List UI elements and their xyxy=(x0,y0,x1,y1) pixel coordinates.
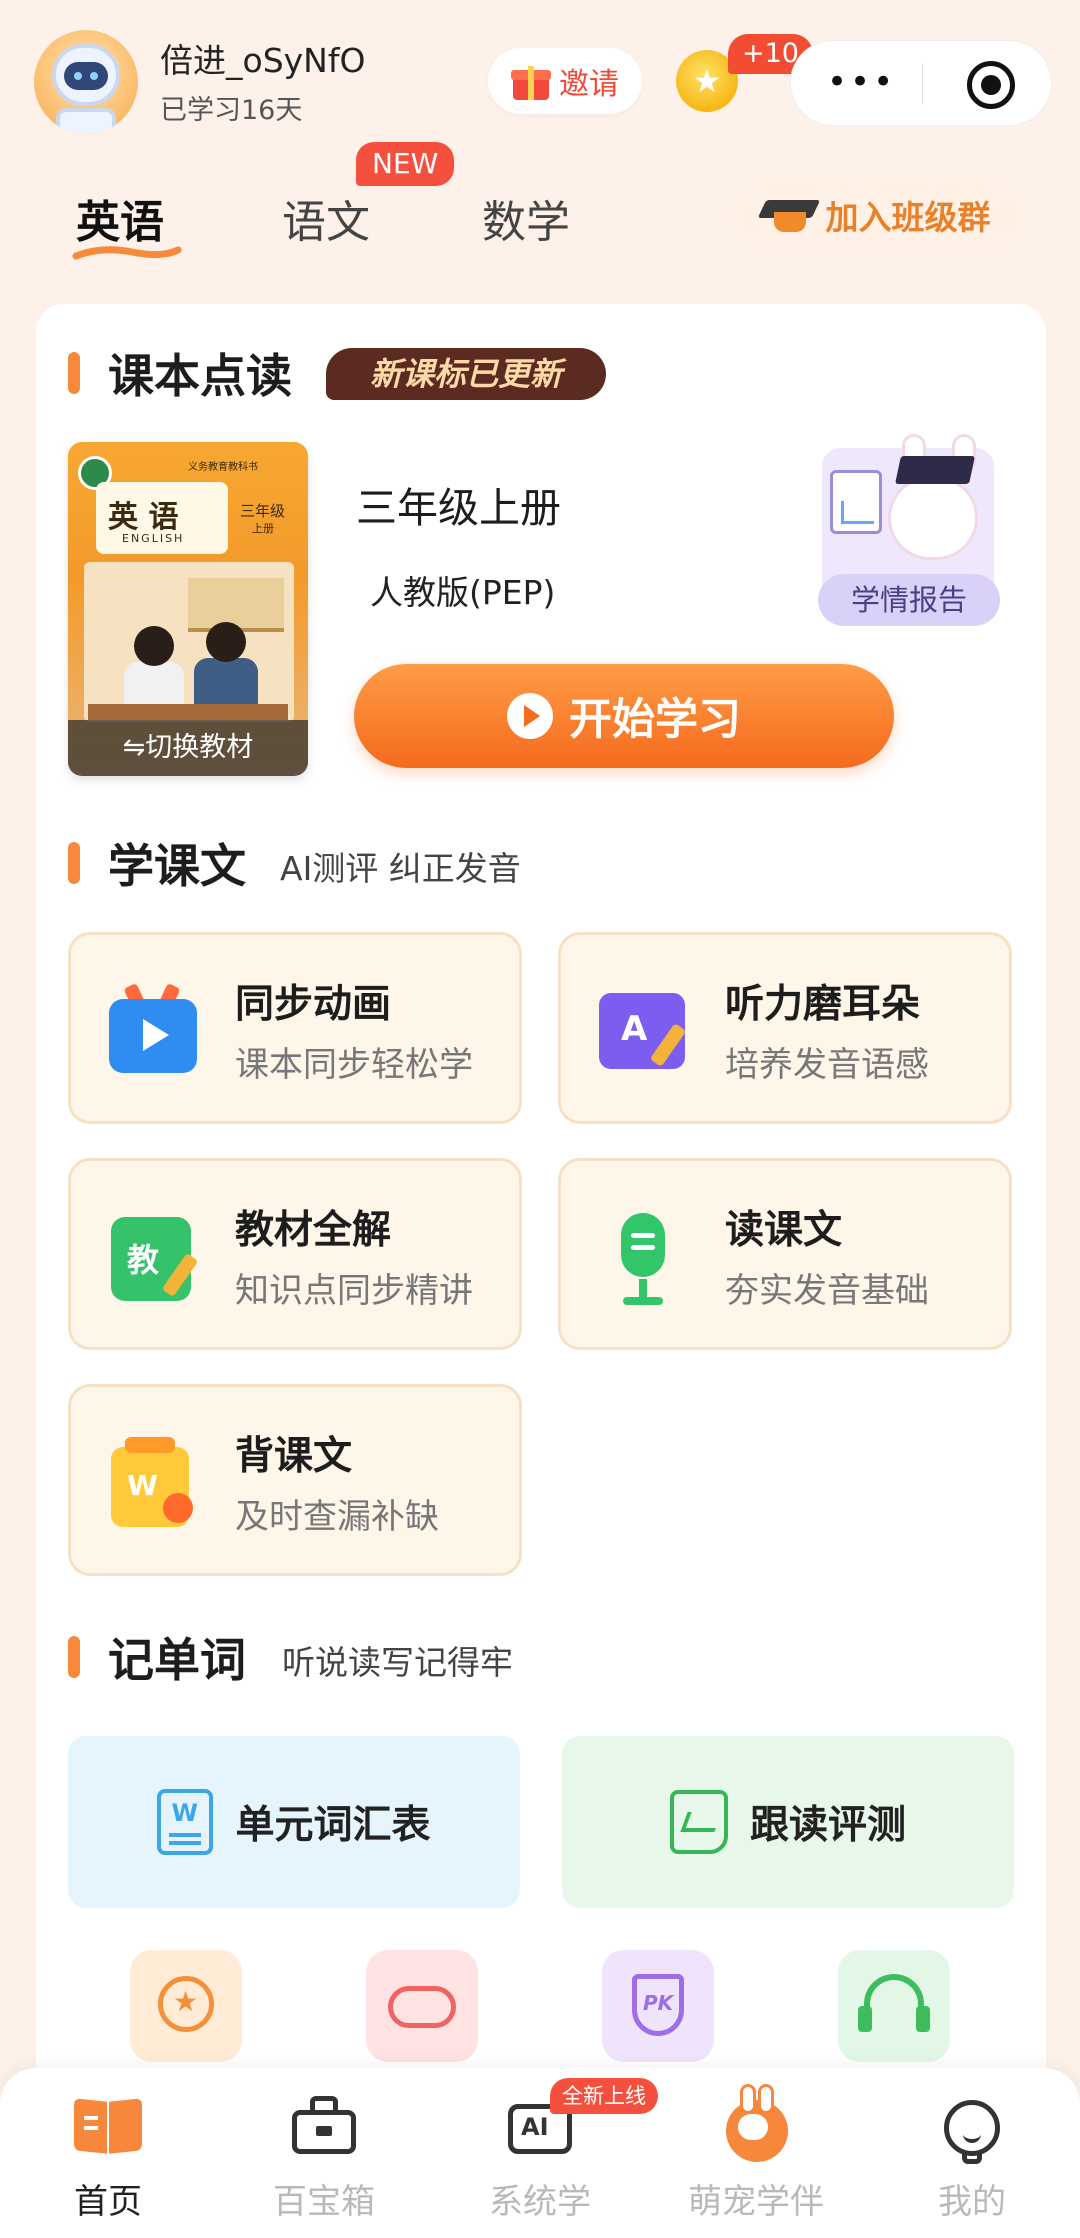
new-launch-badge: 全新上线 xyxy=(550,2078,658,2114)
tv-play-icon xyxy=(105,982,201,1079)
tab-active-underline xyxy=(72,246,182,260)
pk-shield-icon: PK xyxy=(632,1974,684,2036)
nav-profile[interactable]: 我的 xyxy=(864,2084,1080,2234)
scroll-chart-icon xyxy=(669,1790,728,1854)
textbook-cover[interactable]: 义务教育教科书 英 语 ENGLISH 三年级 上册 ⇋切换教材 xyxy=(68,442,308,776)
section-subtitle-words: 听说读写记得牢 xyxy=(282,1643,513,1682)
medal-button[interactable] xyxy=(130,1950,242,2062)
section-bar xyxy=(68,1636,80,1678)
section-subtitle-lesson: AI测评 纠正发音 xyxy=(280,849,521,888)
listen-button[interactable] xyxy=(838,1950,950,2062)
start-learning-label: 开始学习 xyxy=(569,695,741,745)
username: 倍进_oSyNfO xyxy=(160,41,366,80)
tile-sync-animation[interactable]: 同步动画 课本同步轻松学 xyxy=(68,932,522,1124)
game-button[interactable] xyxy=(366,1950,478,2062)
start-learning-button[interactable]: 开始学习 xyxy=(354,664,894,768)
word-doc-icon: W xyxy=(157,1789,214,1855)
tile-textbook-explain[interactable]: 教 教材全解 知识点同步精讲 xyxy=(68,1158,522,1350)
learning-report-label: 学情报告 xyxy=(818,574,1000,626)
headphones-icon xyxy=(864,1974,924,2026)
tile-recite-text[interactable]: W 背课文 及时查漏补缺 xyxy=(68,1384,522,1576)
profile-icon xyxy=(938,2094,1006,2164)
bunny-icon xyxy=(722,2084,790,2162)
tab-chinese[interactable]: 语文 xyxy=(282,186,370,250)
more-dots-icon[interactable]: ••• xyxy=(827,65,896,99)
medal-icon xyxy=(158,1976,214,2032)
section-title-lesson: 学课文 xyxy=(108,839,246,893)
tile-title: 听力磨耳朵 xyxy=(725,982,921,1027)
nav-label: 系统学 xyxy=(489,2182,591,2222)
study-days: 已学习16天 xyxy=(160,95,303,126)
tile-subtitle: 知识点同步精讲 xyxy=(235,1271,473,1311)
textbook-icon: 教 xyxy=(105,1209,201,1305)
nav-label: 萌宠学伴 xyxy=(688,2182,824,2222)
switch-textbook-button[interactable]: ⇋切换教材 xyxy=(68,720,308,776)
recite-icon: W xyxy=(105,1435,201,1531)
tile-read-text[interactable]: 读课文 夯实发音基础 xyxy=(558,1158,1012,1350)
pk-button[interactable]: PK xyxy=(602,1950,714,2062)
read-along-evaluation-button[interactable]: 跟读评测 xyxy=(562,1736,1014,1908)
bunny-mascot-icon xyxy=(888,476,978,560)
join-class-button[interactable]: 加入班级群 xyxy=(726,180,1026,250)
section-bar xyxy=(68,842,80,884)
play-icon xyxy=(507,693,553,739)
tile-title: 读课文 xyxy=(725,1208,843,1253)
word-card-label: 跟读评测 xyxy=(749,1803,906,1848)
unit-vocabulary-button[interactable]: W 单元词汇表 xyxy=(68,1736,520,1908)
home-book-icon xyxy=(74,2094,142,2158)
tile-subtitle: 培养发音语感 xyxy=(725,1045,929,1085)
cover-title: 英 语 xyxy=(108,500,179,535)
tile-subtitle: 课本同步轻松学 xyxy=(235,1045,473,1085)
nav-label: 百宝箱 xyxy=(273,2182,375,2222)
learning-report-button[interactable]: 学情报告 xyxy=(818,434,1002,630)
nav-system-learning[interactable]: AI 全新上线 系统学 xyxy=(432,2078,658,2234)
join-class-label: 加入班级群 xyxy=(825,198,991,237)
graduation-cap-icon xyxy=(757,194,820,236)
tab-math[interactable]: 数学 xyxy=(482,186,570,250)
invite-label: 邀请 xyxy=(559,67,619,102)
new-badge: NEW xyxy=(356,142,455,186)
invite-button[interactable]: 邀请 xyxy=(488,48,642,114)
user-avatar[interactable] xyxy=(34,30,138,134)
nav-pet-companion[interactable]: 萌宠学伴 xyxy=(648,2084,864,2234)
nav-toolbox[interactable]: 百宝箱 xyxy=(216,2084,432,2234)
tile-title: 同步动画 xyxy=(235,982,392,1027)
gift-icon xyxy=(511,62,551,100)
listening-icon: A xyxy=(595,983,691,1079)
update-badge: 新课标已更新 xyxy=(326,348,606,400)
nav-home[interactable]: 首页 xyxy=(0,2084,216,2234)
gamepad-icon xyxy=(388,1986,456,2028)
section-title-textbook: 课本点读 xyxy=(108,349,292,403)
tile-listening[interactable]: A 听力磨耳朵 培养发音语感 xyxy=(558,932,1012,1124)
mini-program-capsule: ••• xyxy=(790,40,1052,126)
tile-subtitle: 及时查漏补缺 xyxy=(235,1497,439,1537)
tile-title: 背课文 xyxy=(235,1434,353,1479)
microphone-icon xyxy=(595,1209,691,1305)
section-bar xyxy=(68,352,80,394)
tile-title: 教材全解 xyxy=(235,1208,392,1253)
close-target-icon[interactable] xyxy=(967,61,1015,109)
chart-board-icon xyxy=(830,470,882,534)
section-title-words: 记单词 xyxy=(108,1633,246,1687)
nav-label: 首页 xyxy=(74,2182,142,2222)
tab-english[interactable]: 英语 xyxy=(76,186,164,250)
tile-subtitle: 夯实发音基础 xyxy=(725,1271,929,1311)
book-edition: 人教版(PEP) xyxy=(370,573,556,612)
nav-label: 我的 xyxy=(938,2182,1006,2222)
book-grade: 三年级上册 xyxy=(356,484,561,532)
toolbox-icon xyxy=(290,2094,358,2158)
word-card-label: 单元词汇表 xyxy=(235,1803,431,1848)
